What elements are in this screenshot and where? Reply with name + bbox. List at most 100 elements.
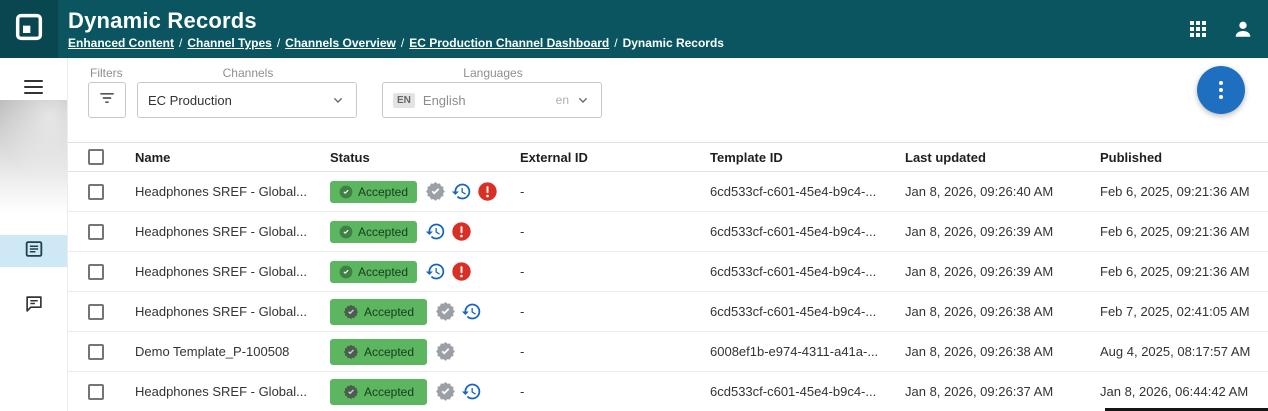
verified-seal-icon[interactable]: [435, 341, 456, 362]
channels-select[interactable]: EC Production: [137, 82, 357, 118]
status-badge: Accepted: [330, 339, 427, 365]
column-header-template-id[interactable]: Template ID: [710, 150, 905, 165]
app-logo-icon: [13, 11, 45, 48]
title-block: Dynamic Records Enhanced Content / Channel…: [68, 0, 724, 58]
row-name[interactable]: Headphones SREF - Global...: [135, 264, 330, 279]
status-icons: [435, 341, 456, 362]
row-external-id: -: [520, 264, 710, 279]
breadcrumb-separator: /: [277, 36, 280, 50]
status-badge: Accepted: [330, 379, 427, 405]
languages-group: Languages EN English en: [382, 66, 602, 118]
error-alert-icon[interactable]: [451, 261, 472, 282]
row-status-cell: Accepted: [330, 181, 520, 203]
breadcrumb-separator: /: [401, 36, 404, 50]
row-checkbox[interactable]: [88, 224, 104, 240]
row-checkbox[interactable]: [88, 384, 104, 400]
status-badge: Accepted: [330, 299, 427, 325]
status-badge: Accepted: [330, 181, 417, 203]
breadcrumb-link[interactable]: EC Production Channel Dashboard: [409, 36, 609, 50]
table-row: Headphones SREF - Global... Accepted - 6…: [68, 292, 1268, 332]
language-code-badge: EN: [393, 93, 415, 108]
status-badge-label: Accepted: [358, 225, 408, 239]
error-alert-icon[interactable]: [477, 181, 498, 202]
sidebar-item-records[interactable]: [0, 235, 67, 267]
version-history-icon[interactable]: [461, 301, 482, 322]
row-last-updated: Jan 8, 2026, 09:26:38 AM: [905, 344, 1100, 359]
row-status-cell: Accepted: [330, 339, 520, 365]
column-header-last-updated[interactable]: Last updated: [905, 150, 1100, 165]
breadcrumb-link[interactable]: Channels Overview: [285, 36, 396, 50]
verified-seal-icon[interactable]: [435, 381, 456, 402]
more-actions-fab[interactable]: [1197, 66, 1245, 114]
apps-grid-icon[interactable]: [1190, 21, 1206, 37]
breadcrumb-separator: /: [179, 36, 182, 50]
row-name[interactable]: Demo Template_P-100508: [135, 344, 330, 359]
verified-seal-icon[interactable]: [435, 301, 456, 322]
channels-group: Channels EC Production: [137, 66, 357, 118]
row-last-updated: Jan 8, 2026, 09:26:39 AM: [905, 264, 1100, 279]
row-checkbox[interactable]: [88, 184, 104, 200]
table-row: Headphones SREF - Global... Accepted - 6…: [68, 172, 1268, 212]
row-name[interactable]: Headphones SREF - Global...: [135, 184, 330, 199]
chevron-down-icon: [575, 92, 591, 108]
row-last-updated: Jan 8, 2026, 09:26:40 AM: [905, 184, 1100, 199]
breadcrumb-link[interactable]: Enhanced Content: [68, 36, 174, 50]
records-list-icon: [23, 238, 45, 265]
row-checkbox[interactable]: [88, 264, 104, 280]
status-badge-label: Accepted: [364, 345, 414, 359]
table-row: Demo Template_P-100508 Accepted - 6008ef…: [68, 332, 1268, 372]
error-alert-icon[interactable]: [451, 221, 472, 242]
row-template-id: 6cd533cf-c601-45e4-b9c4-...: [710, 184, 905, 199]
languages-select-value: English: [423, 93, 466, 108]
check-circle-icon: [343, 304, 359, 320]
filters-label: Filters: [88, 66, 126, 80]
row-checkbox[interactable]: [88, 304, 104, 320]
version-history-icon[interactable]: [425, 261, 446, 282]
status-badge-label: Accepted: [364, 385, 414, 399]
languages-select[interactable]: EN English en: [382, 82, 602, 118]
filters-group: Filters: [88, 66, 126, 118]
status-icons: [425, 261, 472, 282]
version-history-icon[interactable]: [461, 381, 482, 402]
table-row: Headphones SREF - Global... Accepted - 6…: [68, 372, 1268, 411]
check-circle-icon: [339, 225, 353, 239]
topbar-actions: [1190, 0, 1268, 58]
status-badge: Accepted: [330, 261, 417, 283]
status-icons: [435, 301, 482, 322]
row-name[interactable]: Headphones SREF - Global...: [135, 304, 330, 319]
hamburger-menu-icon[interactable]: [24, 80, 43, 94]
status-badge: Accepted: [330, 221, 417, 243]
user-icon[interactable]: [1232, 18, 1254, 40]
check-circle-icon: [343, 384, 359, 400]
chevron-down-icon: [330, 92, 346, 108]
status-badge-label: Accepted: [358, 185, 408, 199]
row-external-id: -: [520, 344, 710, 359]
breadcrumb-link[interactable]: Channel Types: [187, 36, 271, 50]
sidebar-item-chat[interactable]: [0, 290, 67, 322]
column-header-status[interactable]: Status: [330, 150, 520, 165]
app-logo-button[interactable]: [0, 0, 58, 58]
column-header-name[interactable]: Name: [135, 150, 330, 165]
status-badge-label: Accepted: [364, 305, 414, 319]
column-header-external-id[interactable]: External ID: [520, 150, 710, 165]
row-published: Feb 6, 2025, 09:21:36 AM: [1100, 264, 1268, 279]
row-checkbox[interactable]: [88, 344, 104, 360]
check-circle-icon: [339, 185, 353, 199]
version-history-icon[interactable]: [425, 221, 446, 242]
chat-bubble-icon: [23, 293, 45, 320]
select-all-checkbox[interactable]: [88, 149, 104, 165]
version-history-icon[interactable]: [451, 181, 472, 202]
row-last-updated: Jan 8, 2026, 09:26:39 AM: [905, 224, 1100, 239]
breadcrumb-current: Dynamic Records: [623, 36, 724, 50]
row-status-cell: Accepted: [330, 221, 520, 243]
top-header: Dynamic Records Enhanced Content / Channel…: [0, 0, 1268, 58]
row-last-updated: Jan 8, 2026, 09:26:38 AM: [905, 304, 1100, 319]
row-name[interactable]: Headphones SREF - Global...: [135, 384, 330, 399]
status-icons: [425, 221, 472, 242]
row-name[interactable]: Headphones SREF - Global...: [135, 224, 330, 239]
verified-seal-icon[interactable]: [425, 181, 446, 202]
row-published: Jan 8, 2026, 06:44:42 AM: [1100, 384, 1268, 399]
filter-button[interactable]: [88, 82, 126, 118]
check-circle-icon: [339, 265, 353, 279]
column-header-published[interactable]: Published: [1100, 150, 1268, 165]
